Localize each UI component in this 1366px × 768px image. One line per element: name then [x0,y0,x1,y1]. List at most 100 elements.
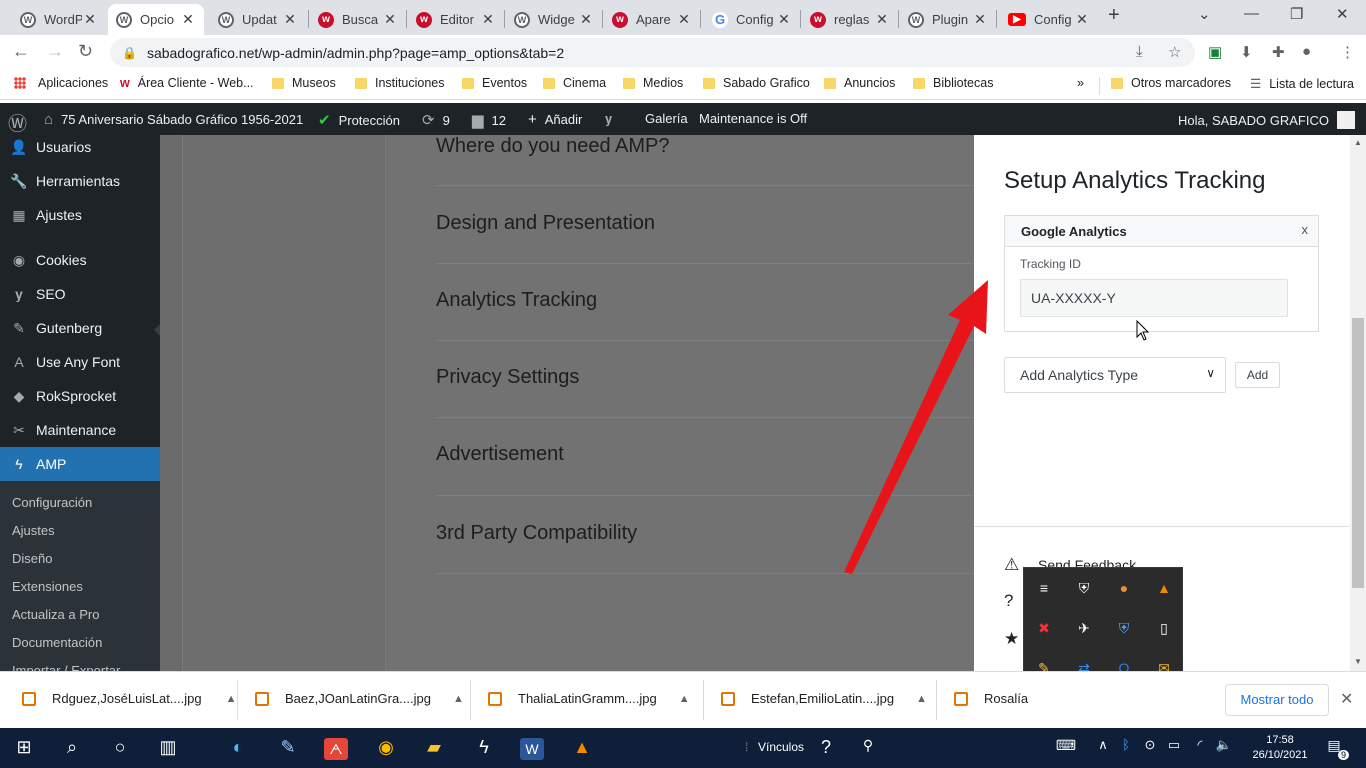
download-item[interactable]: Rdguez,JoséLuisLat....jpg ▲ [22,691,237,706]
section-3rd-party[interactable]: 3rd Party Compatibility [436,522,974,545]
tray-defender-icon[interactable]: ⛨ [1114,618,1134,638]
download-icon[interactable]: ⬇ [1240,43,1253,61]
wifi-icon[interactable]: ◜ [1188,737,1212,753]
show-all-downloads-button[interactable]: Mostrar todo [1225,684,1329,716]
menu-cookies[interactable]: ◉ Cookies [0,243,160,277]
menu-amp[interactable]: ϟ AMP [0,447,160,481]
chevron-up-icon[interactable]: ▲ [226,693,237,705]
tray-overflow-chevron-icon[interactable]: ∧ [1091,737,1115,753]
analytics-type-select[interactable]: Add Analytics Type ∨ [1004,357,1226,393]
browser-tab[interactable]: w Apare ✕ [604,4,700,35]
page-scrollbar[interactable]: ▲ ▼ [1350,135,1366,671]
tray-usb-icon[interactable]: ▯ [1154,618,1174,638]
bookmark-folder[interactable]: Instituciones [355,76,444,90]
remove-ga-button[interactable]: x [1302,222,1309,237]
acrobat-icon[interactable]: ᗅ [324,738,348,760]
minimize-icon[interactable]: — [1244,5,1259,22]
bookmark-folder[interactable]: Anuncios [824,76,895,90]
new-tab-icon[interactable]: + [1108,4,1120,27]
search-icon[interactable]: ⌕ [60,737,84,758]
admin-bar-updates[interactable]: ⟳ 9 [422,111,450,129]
close-tab-icon[interactable]: ✕ [382,11,398,28]
submenu-ajustes[interactable]: Ajustes [12,523,55,538]
app-lightning-icon[interactable]: ϟ [472,737,496,758]
menu-seo[interactable]: 𝐲 SEO [0,277,160,311]
submenu-diseno[interactable]: Diseño [12,551,52,566]
bookmark-folder[interactable]: Museos [272,76,336,90]
back-icon[interactable]: ← [12,41,30,62]
tray-vlc-icon[interactable]: ▲ [1154,578,1174,598]
submenu-importar-exportar[interactable]: Importar / Exportar [12,663,120,671]
browser-tab[interactable]: ▶ Config ✕ [1000,4,1098,35]
bookmarks-overflow-icon[interactable]: » [1077,76,1084,90]
bookmark-folder[interactable]: Bibliotecas [913,76,993,90]
close-tab-icon[interactable]: ✕ [480,11,496,28]
admin-bar-comments[interactable]: ▆ 12 [472,111,506,129]
close-tab-icon[interactable]: ✕ [180,11,196,28]
reading-list[interactable]: ☰ Lista de lectura [1250,76,1354,92]
scroll-up-icon[interactable]: ▲ [1354,138,1362,147]
word-icon[interactable]: W [520,738,544,760]
section-design-presentation[interactable]: Design and Presentation [436,212,974,235]
browser-tab[interactable]: W Widge ✕ [506,4,602,35]
chevron-up-icon[interactable]: ▲ [453,693,464,705]
address-bar[interactable]: 🔒 sabadografico.net/wp-admin/admin.php?p… [110,38,1195,67]
restore-icon[interactable]: ❐ [1290,5,1303,23]
cortana-icon[interactable]: ○ [108,737,132,758]
system-clock[interactable]: 17:58 26/10/2021 [1248,733,1312,763]
menu-users[interactable]: 👤 Usuarios [0,135,160,164]
reload-icon[interactable]: ↻ [78,41,93,62]
menu-tools[interactable]: 🔧 Herramientas [0,164,160,198]
paint-icon[interactable]: ✎ [276,737,300,758]
profile-avatar-icon[interactable]: ● [1302,43,1311,60]
bookmark-item[interactable]: w Área Cliente - Web... [120,76,254,90]
windows-start-icon[interactable]: ⊞ [12,737,36,758]
menu-settings[interactable]: ▦ Ajustes [0,198,160,232]
submenu-actualiza-pro[interactable]: Actualiza a Pro [12,607,99,622]
menu-roksprocket[interactable]: ◆ RokSprocket [0,379,160,413]
close-tab-icon[interactable]: ✕ [776,11,792,28]
close-tab-icon[interactable]: ✕ [82,11,98,28]
edge-icon[interactable]: ◐ [226,737,250,758]
tab-search-icon[interactable]: ⌄ [1198,5,1211,23]
yoast-icon[interactable]: 𝐲 [605,111,612,127]
admin-bar-site[interactable]: ⌂ 75 Aniversario Sábado Gráfico 1956-202… [44,111,303,128]
menu-maintenance[interactable]: ✂ Maintenance [0,413,160,447]
install-app-icon[interactable]: ⤓ [1136,43,1143,60]
add-analytics-button[interactable]: Add [1235,362,1280,388]
submenu-documentacion[interactable]: Documentación [12,635,102,650]
bluetooth-icon[interactable]: ᛒ [1114,737,1138,752]
menu-gutenberg[interactable]: ✎ Gutenberg [0,311,160,345]
download-item[interactable]: Baez,JOanLatinGra....jpg ▲ [255,691,464,706]
section-advertisement[interactable]: Advertisement [436,443,974,466]
section-privacy-settings[interactable]: Privacy Settings [436,366,974,389]
bookmark-star-icon[interactable]: ☆ [1168,43,1181,61]
bookmark-folder[interactable]: Sabado Grafico [703,76,810,90]
close-tab-icon[interactable]: ✕ [578,11,594,28]
extension-icon[interactable]: ▣ [1208,43,1222,61]
vlc-icon[interactable]: ▲ [570,737,594,758]
close-tab-icon[interactable]: ✕ [1074,11,1090,28]
browser-tab-active[interactable]: W Opcio ✕ [108,4,204,35]
browser-tab[interactable]: W WordP ✕ [12,4,106,35]
chrome-icon[interactable]: ◉ [374,737,398,758]
bookmark-apps[interactable]: Aplicaciones [14,76,108,90]
download-item[interactable]: Estefan,EmilioLatin....jpg ▲ [721,691,927,706]
browser-tab[interactable]: w Editor ✕ [408,4,504,35]
tray-security-shield-icon[interactable]: ⛨ [1074,578,1094,598]
admin-bar-maintenance[interactable]: Maintenance is Off [699,111,807,126]
people-icon[interactable]: ⚲ [856,737,880,754]
chevron-up-icon[interactable]: ▲ [916,693,927,705]
close-window-icon[interactable]: ✕ [1336,5,1349,23]
link-icon[interactable]: ⊙ [1138,737,1162,753]
browser-tab[interactable]: W Plugin ✕ [900,4,996,35]
scrollbar-thumb[interactable] [1352,318,1364,588]
links-toolbar-label[interactable]: Vínculos [758,740,804,754]
battery-icon[interactable]: ▭ [1162,737,1186,753]
submenu-configuracion[interactable]: Configuración [12,495,92,510]
close-tab-icon[interactable]: ✕ [282,11,298,28]
tray-app-icon[interactable]: ● [1114,578,1134,598]
tray-error-icon[interactable]: ✖ [1034,618,1054,638]
close-tab-icon[interactable]: ✕ [972,11,988,28]
admin-bar-protection[interactable]: ✔ Protección [318,111,400,129]
